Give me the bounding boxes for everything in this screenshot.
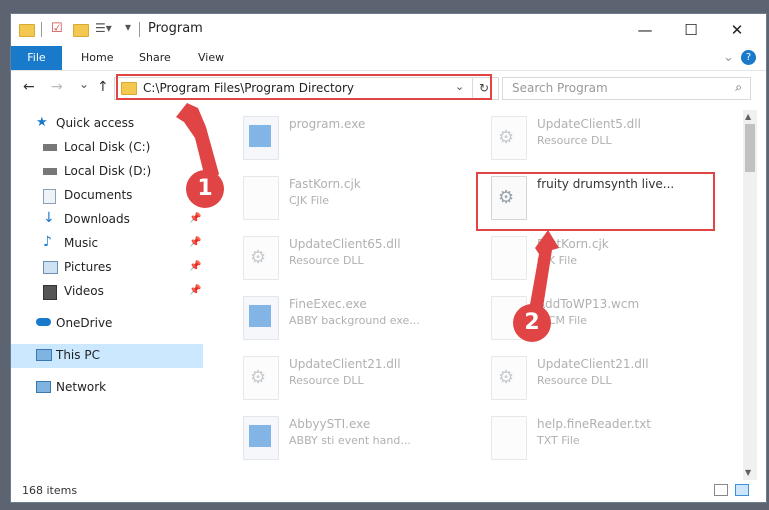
- explorer-window: ☑ ☰▾ ▾ Program — ☐ ✕ File Home Share Vie…: [10, 13, 767, 503]
- arrow-2: [529, 230, 559, 314]
- step-callout-2: 2: [513, 304, 551, 342]
- annotation-arrows: [176, 103, 559, 314]
- step-callout-1: 1: [186, 170, 224, 208]
